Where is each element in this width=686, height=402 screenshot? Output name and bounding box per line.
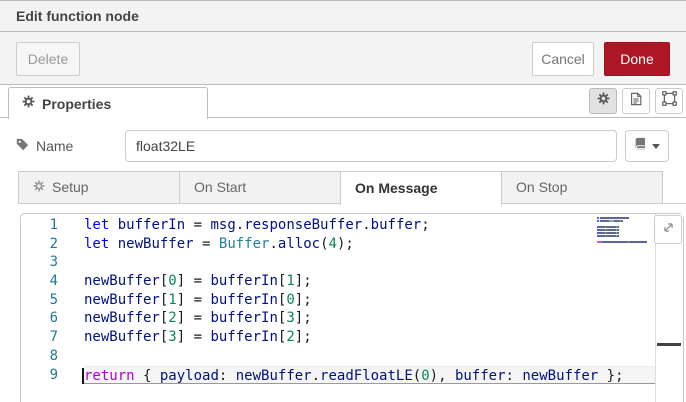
description-button[interactable] — [622, 88, 650, 114]
code-line[interactable]: 6 newBuffer[2] = bufferIn[3]; — [21, 309, 683, 328]
code-text: return { payload: newBuffer.readFloatLE(… — [82, 365, 683, 385]
edit-function-dialog: Edit function node Delete Cancel Done Pr… — [0, 0, 686, 402]
code-line[interactable]: 9 return { payload: newBuffer.readFloatLE… — [21, 365, 683, 385]
dialog-header: Edit function node — [0, 1, 686, 32]
line-number: 4 — [49, 273, 58, 290]
code-text: newBuffer[2] = bufferIn[3]; — [84, 310, 312, 327]
function-tabs: Setup On Start On Message On Stop — [18, 171, 686, 205]
appearance-button[interactable] — [655, 88, 683, 114]
done-button[interactable]: Done — [604, 42, 670, 76]
code-line[interactable]: 7 newBuffer[3] = bufferIn[2]; — [21, 328, 683, 347]
expand-icon — [662, 221, 675, 238]
tab-properties[interactable]: Properties — [8, 87, 208, 119]
node-properties-button[interactable] — [589, 88, 617, 114]
code-text: newBuffer[0] = bufferIn[1]; — [84, 273, 312, 290]
line-number: 8 — [49, 347, 58, 364]
cursor-position-marker — [657, 343, 681, 346]
code-lines: 1 let bufferIn = msg.responseBuffer.buffe… — [21, 214, 683, 402]
code-line[interactable]: 8 — [21, 347, 683, 366]
book-icon — [634, 137, 647, 155]
code-line[interactable]: 4 newBuffer[0] = bufferIn[1]; — [21, 272, 683, 291]
code-line[interactable]: 3 — [21, 253, 683, 272]
tab-setup[interactable]: Setup — [18, 171, 180, 204]
minimap[interactable] — [597, 217, 649, 248]
dialog-title: Edit function node — [16, 8, 139, 24]
object-frame-icon — [661, 91, 677, 111]
tag-icon — [16, 138, 29, 154]
tab-on-start[interactable]: On Start — [179, 171, 341, 204]
properties-tab-label: Properties — [42, 95, 112, 112]
line-number: 7 — [49, 329, 58, 346]
tab-on-message[interactable]: On Message — [340, 171, 502, 205]
dialog-toolbar: Delete Cancel Done — [0, 32, 686, 85]
code-line[interactable]: 2 let newBuffer = Buffer.alloc(4); — [21, 235, 683, 254]
name-label: Name — [16, 130, 73, 162]
code-line[interactable]: 1 let bufferIn = msg.responseBuffer.buffe… — [21, 216, 683, 235]
cancel-button[interactable]: Cancel — [532, 42, 594, 76]
delete-button[interactable]: Delete — [16, 42, 80, 76]
gear-icon — [33, 172, 45, 203]
file-icon — [629, 92, 643, 111]
line-number: 6 — [49, 310, 58, 327]
code-text: let bufferIn = msg.responseBuffer.buffer… — [84, 217, 430, 233]
tab-on-stop[interactable]: On Stop — [501, 171, 663, 204]
gear-icon — [597, 92, 610, 110]
code-line[interactable]: 5 newBuffer[1] = bufferIn[0]; — [21, 291, 683, 310]
line-number: 5 — [49, 291, 58, 308]
line-number: 9 — [49, 366, 58, 383]
caret-down-icon — [652, 143, 660, 149]
code-text: newBuffer[1] = bufferIn[0]; — [84, 291, 312, 308]
line-number: 3 — [49, 254, 58, 271]
line-number: 2 — [49, 235, 58, 252]
code-text: let newBuffer = Buffer.alloc(4); — [84, 235, 354, 252]
line-number: 1 — [49, 217, 58, 233]
expand-editor-button[interactable] — [654, 215, 682, 244]
gear-icon — [22, 95, 35, 113]
name-row: Name — [0, 130, 686, 162]
library-button[interactable] — [625, 130, 669, 162]
tabs-filler — [663, 171, 686, 204]
code-editor[interactable]: 1 let bufferIn = msg.responseBuffer.buffe… — [20, 213, 684, 402]
code-text: newBuffer[3] = bufferIn[2]; — [84, 329, 312, 346]
properties-tab-row: Properties — [0, 85, 686, 119]
name-input[interactable] — [125, 130, 617, 162]
text-cursor — [82, 367, 84, 384]
